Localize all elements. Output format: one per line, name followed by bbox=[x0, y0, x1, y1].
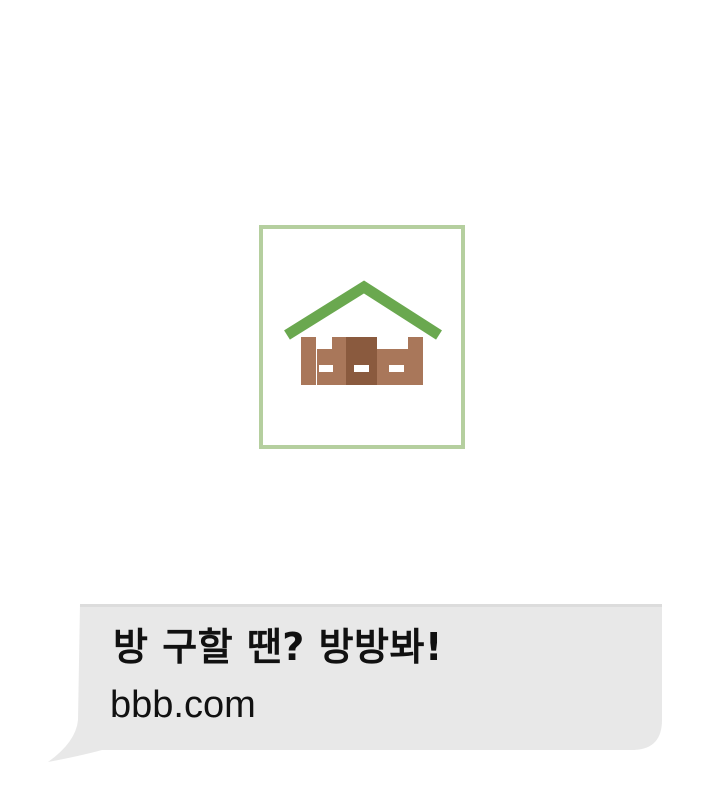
website-url: bbb.com bbox=[110, 684, 256, 726]
speech-bubble: 방 구할 땐? 방방봐! bbb.com bbox=[0, 0, 722, 810]
message-line-1: 방 구할 땐? 방방봐! bbox=[113, 625, 443, 669]
